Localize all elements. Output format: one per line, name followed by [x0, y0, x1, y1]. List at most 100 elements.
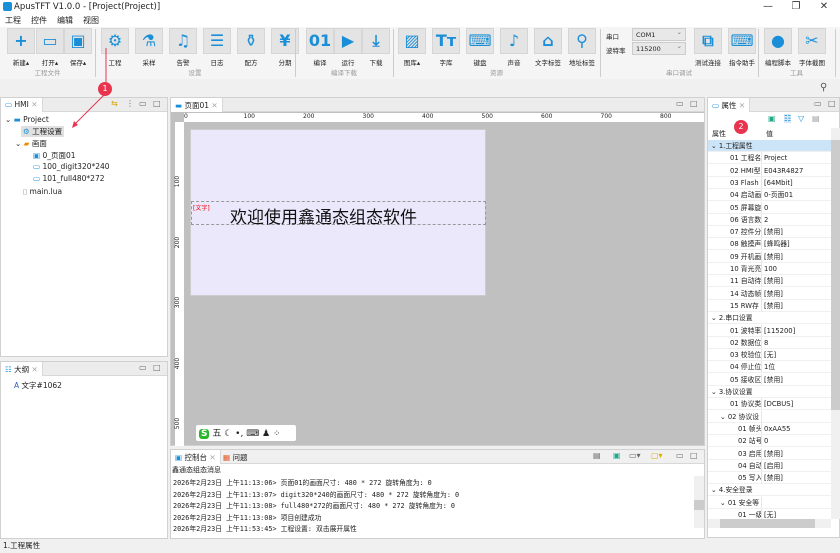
- property-row[interactable]: ⌄ 3.协议设置: [708, 386, 831, 398]
- new-console-icon[interactable]: ▢▾: [651, 451, 663, 460]
- property-row[interactable]: 05 接收区 [禁用]: [708, 373, 831, 386]
- ruler-tick-label: 400: [422, 113, 434, 120]
- ruler-tick-label: 300: [362, 113, 374, 120]
- property-row[interactable]: 07 控件分 [禁用]: [708, 226, 831, 239]
- property-name: 09 开机画: [708, 250, 762, 262]
- property-value: 0: [764, 437, 769, 446]
- advanced-icon[interactable]: ▤: [812, 114, 820, 123]
- minimize-panel-icon[interactable]: ▭: [676, 451, 684, 460]
- property-row[interactable]: 03 Flash [64Mbit]: [708, 176, 831, 189]
- property-name: 06 语言数: [708, 213, 762, 225]
- property-row[interactable]: 01 帧头 0xAA55: [708, 422, 831, 435]
- clear-console-icon[interactable]: ▤: [593, 451, 601, 460]
- property-row[interactable]: 03 校验位 [无]: [708, 349, 831, 362]
- pin-icon[interactable]: ▣: [613, 451, 621, 460]
- vertical-scrollbar[interactable]: [831, 128, 840, 519]
- outline-item[interactable]: A 文字#1062: [14, 380, 62, 391]
- property-name: 07 控件分: [708, 226, 762, 238]
- property-name: 14 动态帧: [708, 287, 762, 299]
- property-row[interactable]: 02 站号 0: [708, 435, 831, 448]
- property-value: [无]: [764, 511, 777, 519]
- property-value: [禁用]: [764, 301, 783, 310]
- property-row[interactable]: 09 开机画 [禁用]: [708, 250, 831, 263]
- tab-properties[interactable]: ▭ 属性 ✕: [708, 98, 751, 112]
- property-row[interactable]: 04 启动画 0-页面01: [708, 189, 831, 202]
- property-name: 11 自动待: [708, 275, 762, 287]
- property-row[interactable]: 01 一级 [无]: [708, 509, 831, 519]
- tab-page01[interactable]: ▬ 页面01 ✕: [171, 98, 223, 112]
- console-line: 2026年2月23日 上午11:13:07> digit320*240的画面尺寸…: [173, 490, 460, 499]
- property-value: Project: [764, 154, 788, 163]
- categories-icon[interactable]: ☷: [784, 114, 792, 123]
- maximize-panel-icon[interactable]: □: [690, 99, 698, 108]
- property-row[interactable]: ⌄ 01 安全等: [708, 496, 831, 509]
- property-value: 1位: [764, 363, 776, 372]
- property-row[interactable]: ⌄ 2.串口设置: [708, 312, 831, 325]
- property-row[interactable]: 01 波特率 [115200]: [708, 324, 831, 337]
- property-name: ⌄ 01 安全等: [708, 496, 762, 508]
- ruler-tick-label: 0: [184, 113, 188, 120]
- annotation-badge-2: 2: [734, 120, 748, 134]
- property-row[interactable]: 04 停止位 1位: [708, 361, 831, 374]
- property-value: 2: [764, 215, 769, 224]
- maximize-panel-icon[interactable]: □: [690, 451, 698, 460]
- ruler-tick-label: 100: [174, 175, 182, 188]
- minimize-panel-icon[interactable]: ▭: [676, 99, 684, 108]
- tab-console[interactable]: ▣ 控制台 ✕: [171, 450, 221, 464]
- property-value: [启用]: [764, 461, 783, 470]
- property-row[interactable]: 03 启用 [禁用]: [708, 447, 831, 460]
- ruler-tick-label: 500: [481, 113, 493, 120]
- tab-problems[interactable]: ▦ 问题: [223, 452, 247, 463]
- maximize-panel-icon[interactable]: □: [153, 363, 161, 372]
- ruler-tick-label: 500: [174, 417, 182, 430]
- filter-icon[interactable]: ▽: [798, 114, 804, 123]
- property-row[interactable]: 01 工程名 Project: [708, 152, 831, 165]
- property-row[interactable]: 02 HMI型 E043R4827: [708, 164, 831, 177]
- property-value: E043R4827: [764, 166, 804, 175]
- console-panel: ▣ 控制台 ✕ ▦ 问题 ▤ ▣ ▭▾ ▢▾ ▭ □ 鑫通态组态消息 2026年2…: [170, 449, 705, 539]
- export-icon[interactable]: ▣: [768, 114, 776, 123]
- console-scrollbar[interactable]: [694, 476, 704, 528]
- property-value: [禁用]: [764, 228, 783, 237]
- property-name: 01 工程名: [708, 152, 762, 164]
- minimize-panel-icon[interactable]: ▭: [814, 99, 822, 108]
- column-header-property: 属性: [712, 130, 726, 138]
- property-name: ⌄ 2.串口设置: [711, 314, 753, 323]
- hmi-screen-canvas[interactable]: [文字] 欢迎使用鑫通态组态软件: [190, 129, 486, 296]
- property-row[interactable]: 05 屏幕旋 0: [708, 201, 831, 214]
- property-value: [禁用]: [764, 252, 783, 261]
- property-row[interactable]: ⌄ 02 协议设: [708, 410, 831, 423]
- ruler-tick-label: 300: [174, 296, 182, 309]
- property-value: 8: [764, 338, 769, 347]
- console-header: 鑫通态组态消息: [172, 466, 221, 474]
- property-row[interactable]: 01 协议类 [DCBUS]: [708, 398, 831, 411]
- property-row[interactable]: 02 数据位 8: [708, 336, 831, 349]
- property-row[interactable]: 14 动态帧 [禁用]: [708, 287, 831, 300]
- property-row[interactable]: 05 写入 [禁用]: [708, 472, 831, 485]
- property-row[interactable]: ⌄ 1.工程属性: [708, 140, 831, 152]
- property-row[interactable]: 11 自动待 [禁用]: [708, 275, 831, 288]
- property-name: 02 HMI型: [708, 164, 762, 176]
- property-row[interactable]: 10 背光亮 100: [708, 263, 831, 275]
- property-name: 02 站号: [708, 435, 762, 447]
- property-row[interactable]: 08 触摸声 [蜂鸣器]: [708, 238, 831, 251]
- property-name: ⌄ 3.协议设置: [711, 388, 753, 396]
- status-bar-text: 1.工程属性: [3, 541, 41, 550]
- ruler-tick-label: 400: [174, 357, 182, 369]
- property-row[interactable]: 15 RW存 [禁用]: [708, 299, 831, 312]
- text-widget[interactable]: [文字] 欢迎使用鑫通态组态软件: [191, 201, 486, 228]
- property-row[interactable]: 04 自动 [启用]: [708, 459, 831, 472]
- console-line: 2026年2月23日 上午11:53:45> 工程设置: 双击展开属性: [173, 525, 357, 533]
- maximize-panel-icon[interactable]: □: [828, 99, 836, 108]
- property-name: 03 启用: [708, 447, 762, 459]
- property-row[interactable]: ⌄ 4.安全登录: [708, 484, 831, 497]
- console-line: 2026年2月23日 上午11:13:08> 项目创建成功: [173, 513, 322, 522]
- display-console-icon[interactable]: ▭▾: [629, 451, 641, 460]
- tab-outline[interactable]: ☷ 大纲 ✕: [1, 362, 43, 376]
- properties-panel: ▭ 属性 ✕ ▭ □ ▣ ☷ ▽ ▤ 属性 值 2 ⌄ 1.工程属性 01 工程名 P…: [707, 97, 840, 538]
- property-name: ⌄ 4.安全登录: [711, 486, 753, 495]
- ime-toolbar[interactable]: S 五 ☾ •, ⌨ ♟ ⁘: [196, 425, 296, 441]
- minimize-panel-icon[interactable]: ▭: [139, 363, 147, 372]
- property-row[interactable]: 06 语言数 2: [708, 213, 831, 226]
- horizontal-scrollbar[interactable]: [708, 519, 831, 528]
